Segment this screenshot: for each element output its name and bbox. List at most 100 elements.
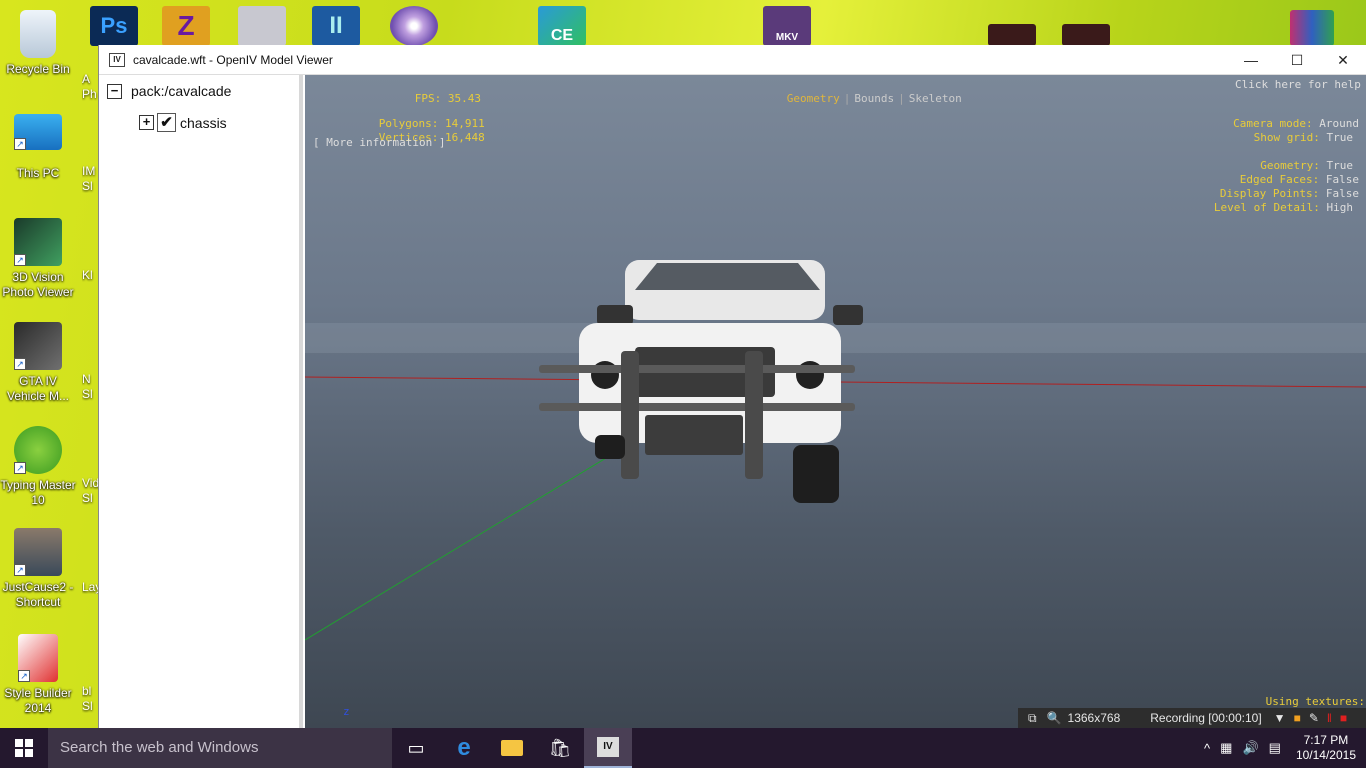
edge-browser-icon[interactable]: e — [440, 728, 488, 768]
desktop-icon-style-builder[interactable]: ↗ Style Builder 2014 — [0, 634, 76, 716]
collapse-icon[interactable]: − — [107, 83, 122, 99]
tree-root-label: pack:/cavalcade — [131, 83, 232, 99]
windows-logo-icon — [15, 739, 33, 757]
zoom-icon[interactable]: 🔍 — [1047, 711, 1062, 725]
camera-icon[interactable]: ■ — [1294, 711, 1301, 725]
task-view-icon[interactable]: ▭ — [392, 728, 440, 768]
tools-icon: ↗ — [14, 322, 62, 370]
file-explorer-icon[interactable] — [488, 728, 536, 768]
desktop-icon-recycle-bin[interactable]: Recycle Bin — [0, 10, 76, 77]
notification-icon[interactable]: ▤ — [1269, 740, 1281, 756]
mode-separator: | — [898, 92, 905, 105]
justcause-icon: ↗ — [14, 528, 62, 576]
photoshop-icon[interactable]: Ps — [90, 6, 138, 46]
tree-child-label: chassis — [180, 114, 227, 131]
desktop-icon-label: Recycle Bin — [6, 62, 70, 76]
mode-separator: | — [843, 92, 851, 105]
tree-child-node[interactable]: + ✔ chassis — [139, 113, 227, 132]
clock-date: 10/14/2015 — [1295, 748, 1356, 762]
partial-icon-label: Sl — [82, 387, 93, 401]
3d-vision-icon: ↗ — [14, 218, 62, 266]
recycle-bin-icon — [20, 10, 56, 58]
window-mode-icon[interactable]: ⧉ — [1028, 711, 1037, 726]
character-icon[interactable] — [462, 6, 510, 46]
tree-root-node[interactable]: − pack:/cavalcade — [107, 83, 231, 99]
network-icon[interactable]: ▦ — [1220, 740, 1232, 756]
more-information-link[interactable]: [ More information ] — [313, 136, 445, 150]
app-ii-icon[interactable]: II — [312, 6, 360, 46]
partial-icon-label: bl — [82, 684, 92, 698]
close-button[interactable]: ✕ — [1320, 45, 1366, 75]
vertices-value: 16,448 — [444, 131, 485, 144]
desktop-icon-this-pc[interactable]: ↗ This PC — [0, 114, 76, 181]
start-button[interactable] — [0, 728, 48, 768]
lod-label: Level of Detail: — [1213, 201, 1320, 214]
chassis-checkbox[interactable]: ✔ — [157, 113, 176, 132]
desktop-icon-label: This PC — [16, 166, 60, 180]
using-textures-label: Using textures: — [1265, 695, 1365, 708]
camera-app-icon[interactable] — [238, 6, 286, 46]
lod-value[interactable]: High — [1327, 201, 1354, 214]
partial-icon-label: A — [82, 72, 91, 86]
help-link[interactable]: Click here for help — [1235, 78, 1361, 92]
mode-geometry-tab[interactable]: Geometry — [787, 92, 840, 105]
stop-icon[interactable]: ■ — [1340, 711, 1347, 725]
maximize-button[interactable]: ☐ — [1274, 45, 1320, 75]
clock-time: 7:17 PM — [1303, 733, 1349, 747]
3d-viewport[interactable]: FPS: 35.43 Polygons: 14,911 Vertices: 16… — [305, 75, 1366, 728]
style-builder-icon: ↗ — [18, 634, 58, 682]
recorder-resolution: 1366x768 — [1067, 711, 1121, 725]
ce-icon[interactable]: CE — [538, 6, 586, 46]
disc-icon[interactable] — [390, 6, 438, 46]
partial-icon-label: Sl — [82, 179, 93, 193]
mode-skeleton-tab[interactable]: Skeleton — [909, 92, 962, 105]
openiv-taskbar-icon[interactable]: IV — [584, 728, 632, 768]
axis-z-label: z — [343, 705, 350, 718]
video-file-icon[interactable] — [988, 24, 1036, 46]
desktop-icon-label: Typing Master 10 — [0, 478, 76, 507]
volume-icon[interactable]: 🔊 — [1242, 740, 1258, 756]
partial-icon-label: Ph — [82, 87, 97, 101]
partial-icon-label: IM — [82, 164, 96, 178]
taskbar-search-box[interactable]: Search the web and Windows — [48, 728, 392, 768]
typing-master-icon: ↗ — [14, 426, 62, 474]
chevron-up-icon[interactable]: ^ — [1204, 741, 1210, 756]
partial-icon-label: Kl — [82, 268, 93, 282]
desktop-icon-label: 3D Vision Photo Viewer — [2, 270, 74, 299]
partial-icon-label: Vide — [82, 476, 98, 490]
recording-status: Recording [00:00:10] — [1150, 711, 1262, 725]
desktop-icon-gta-iv[interactable]: ↗ GTA IV Vehicle M... — [0, 322, 76, 404]
minimize-button[interactable]: — — [1228, 45, 1274, 75]
model-viewer-window: IV cavalcade.wft - OpenIV Model Viewer —… — [98, 45, 1366, 728]
pencil-icon[interactable]: ✎ — [1309, 711, 1319, 725]
mkv-icon[interactable]: MKV — [763, 6, 811, 46]
zbrush-icon[interactable]: Z — [162, 6, 210, 46]
system-tray: ^ ▦ 🔊 ▤ 7:17 PM 10/14/2015 — [1199, 728, 1366, 768]
render-mode-bar: Geometry | Bounds | Skeleton — [747, 78, 962, 120]
vehicle-model — [539, 260, 863, 503]
desktop-icon-label: JustCause2 - Shortcut — [2, 580, 74, 609]
desktop-icon-3d-vision[interactable]: ↗ 3D Vision Photo Viewer — [0, 218, 76, 300]
expand-icon[interactable]: + — [139, 115, 154, 130]
store-icon[interactable]: 🛍 — [536, 728, 584, 768]
winrar-icon[interactable] — [1290, 10, 1334, 46]
partial-icon-label: Sl — [82, 699, 93, 713]
show-grid-value[interactable]: True — [1327, 131, 1354, 144]
openiv-logo-icon: IV — [109, 52, 125, 67]
desktop-icon-label: GTA IV Vehicle M... — [6, 374, 70, 403]
title-bar[interactable]: IV cavalcade.wft - OpenIV Model Viewer —… — [99, 45, 1366, 75]
dropdown-icon[interactable]: ▼ — [1274, 711, 1286, 725]
show-grid-label: Show grid: — [1253, 131, 1320, 144]
video-file-icon-2[interactable] — [1062, 24, 1110, 46]
desktop-icon-label: Style Builder 2014 — [4, 686, 72, 715]
clock[interactable]: 7:17 PM 10/14/2015 — [1296, 733, 1356, 763]
partial-icon-label: Lay — [82, 580, 98, 594]
recorder-bar: ⧉ 🔍 1366x768 Recording [00:00:10] ▼ ■ ✎ … — [1018, 708, 1366, 728]
partial-icon-label: N — [82, 372, 91, 386]
partial-icon-label: Sl — [82, 491, 93, 505]
desktop-icon-justcause2[interactable]: ↗ JustCause2 - Shortcut — [0, 528, 76, 610]
taskbar: Search the web and Windows ▭ e 🛍 IV ^ ▦ … — [0, 728, 1366, 768]
mode-bounds-tab[interactable]: Bounds — [854, 92, 894, 105]
desktop-icon-typing-master[interactable]: ↗ Typing Master 10 — [0, 426, 76, 508]
pause-icon[interactable]: ‖ — [1327, 711, 1332, 725]
